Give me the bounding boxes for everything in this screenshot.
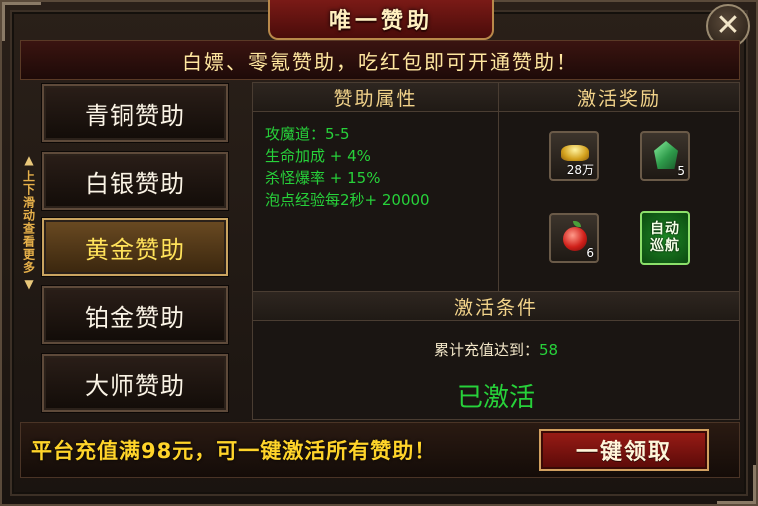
claim-all-label: 一键领取 [575, 440, 672, 465]
scroll-hint-label: 上下滑动查看更多 [21, 170, 36, 274]
tier-list: ▲ 上下滑动查看更多 ▼ 青铜赞助 白银赞助 黄金赞助 铂金赞助 大师赞助 [20, 82, 250, 418]
condition-row: 累计充值达到：58 [253, 339, 739, 360]
tier-label: 青铜赞助 [85, 101, 185, 130]
condition-label: 累计充值达到： [433, 341, 539, 359]
gold-ingot-icon [561, 145, 589, 161]
attribute-line: 泡点经验每2秒+ 20000 [265, 191, 430, 209]
rewards-header: 激活奖励 [499, 83, 739, 112]
auto-cruise-label: 自动 [650, 221, 680, 237]
title-plate: 唯一赞助 [268, 0, 494, 40]
attributes-title: 赞助属性 [333, 87, 418, 110]
window-title: 唯一赞助 [328, 9, 433, 34]
auto-cruise-button[interactable]: 自动 巡航 [640, 211, 690, 265]
reward-quantity: 28万 [566, 163, 594, 177]
detail-panel: 赞助属性 激活奖励 攻魔道：5-5 生命加成 + 4% 杀怪爆率 + 15% 泡… [252, 82, 740, 420]
auto-cruise-label: 巡航 [650, 238, 680, 254]
tier-bronze-button[interactable]: 青铜赞助 [42, 84, 228, 142]
reward-quantity: 5 [677, 164, 685, 178]
tier-platinum-button[interactable]: 铂金赞助 [42, 286, 228, 344]
jade-icon [654, 141, 678, 169]
reward-item-gold[interactable]: 28万 [549, 131, 599, 181]
attributes-header: 赞助属性 [253, 83, 498, 112]
sponsor-banner: 白嫖、零氪赞助，吃红包即可开通赞助！ [20, 40, 740, 80]
banner-text: 白嫖、零氪赞助，吃红包即可开通赞助！ [182, 49, 578, 74]
rewards-title: 激活奖励 [576, 87, 661, 110]
scroll-up-icon: ▲ [24, 153, 34, 167]
activation-status: 已激活 [253, 377, 739, 414]
condition-value: 58 [538, 341, 559, 359]
close-icon: ✕ [715, 8, 741, 43]
conditions-header: 激活条件 [253, 292, 739, 321]
tier-silver-button[interactable]: 白银赞助 [42, 152, 228, 210]
tier-master-button[interactable]: 大师赞助 [42, 354, 228, 412]
tier-label: 白银赞助 [85, 169, 185, 198]
tier-gold-button[interactable]: 黄金赞助 [42, 218, 228, 276]
recharge-promo-text: 平台充值满98元，可一键激活所有赞助！ [31, 439, 437, 463]
attribute-line: 攻魔道：5-5 [265, 125, 350, 143]
scroll-hint: ▲ 上下滑动查看更多 ▼ [20, 154, 38, 422]
reward-item-apple[interactable]: 6 [549, 213, 599, 263]
tier-label: 大师赞助 [85, 371, 185, 400]
corner-ornament [2, 2, 41, 41]
activated-label: 已激活 [456, 383, 535, 413]
scroll-down-icon: ▼ [24, 277, 34, 291]
tier-label: 铂金赞助 [85, 303, 185, 332]
tier-label: 黄金赞助 [85, 235, 185, 264]
section-divider [498, 83, 499, 291]
claim-all-button[interactable]: 一键领取 [539, 429, 709, 471]
reward-quantity: 6 [586, 246, 594, 260]
reward-item-jade[interactable]: 5 [640, 131, 690, 181]
attribute-list: 攻魔道：5-5 生命加成 + 4% 杀怪爆率 + 15% 泡点经验每2秒+ 20… [265, 123, 430, 211]
apple-icon [563, 227, 587, 251]
bottom-bar: 平台充值满98元，可一键激活所有赞助！ 一键领取 [20, 422, 740, 478]
attribute-line: 生命加成 + 4% [265, 147, 371, 165]
attribute-line: 杀怪爆率 + 15% [265, 169, 381, 187]
conditions-title: 激活条件 [453, 296, 538, 319]
